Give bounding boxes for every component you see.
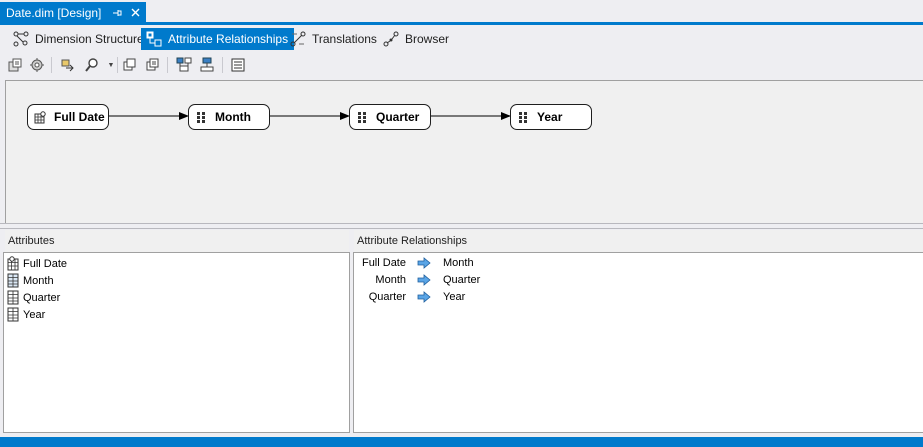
- tab-label: Translations: [312, 32, 377, 46]
- document-tab[interactable]: Date.dim [Design]: [0, 2, 146, 23]
- tab-label: Browser: [405, 32, 450, 46]
- pane-title: Attribute Relationships: [357, 235, 468, 247]
- node-label: Year: [537, 110, 563, 124]
- attributes-pane-header: Attributes: [5, 230, 349, 252]
- pin-icon[interactable]: [110, 2, 124, 23]
- attribute-item-quarter[interactable]: Quarter: [7, 289, 60, 306]
- relationships-pane-header: Attribute Relationships: [354, 230, 923, 252]
- new-relationship-icon[interactable]: [58, 55, 78, 75]
- toolbar-separator: [51, 57, 52, 73]
- relationship-connectors: [109, 112, 511, 120]
- attribute-item-full-date[interactable]: Full Date: [7, 255, 67, 272]
- designer-toolbar: ▼: [0, 52, 923, 78]
- properties-icon[interactable]: [228, 55, 248, 75]
- translations-icon: [289, 30, 307, 48]
- toolbar-separator: [117, 57, 118, 73]
- collapse-icon[interactable]: [197, 55, 217, 75]
- designer-tab-bar: Dimension Structure Attribute Relationsh…: [0, 25, 923, 52]
- diagram-node-year[interactable]: Year: [510, 104, 592, 130]
- relationship-target: Month: [443, 257, 474, 269]
- diagram-node-full-date[interactable]: Full Date: [27, 104, 109, 130]
- reconnect-icon[interactable]: [27, 55, 47, 75]
- attribute-icon: [517, 111, 530, 124]
- attribute-relationships-icon: [145, 30, 163, 48]
- relationship-arrow-icon: [417, 274, 431, 286]
- paste-icon[interactable]: [143, 55, 163, 75]
- key-attribute-icon: [34, 110, 47, 124]
- toolbar-separator: [222, 57, 223, 73]
- zoom-dropdown-icon[interactable]: ▼: [107, 56, 115, 74]
- dimension-structure-icon: [12, 30, 30, 48]
- attribute-icon: [195, 111, 208, 124]
- node-label: Quarter: [376, 110, 420, 124]
- horizontal-splitter[interactable]: [0, 223, 923, 229]
- tab-attribute-relationships[interactable]: Attribute Relationships: [141, 28, 295, 50]
- attribute-label: Month: [23, 274, 54, 287]
- relationship-arrow-icon: [417, 291, 431, 303]
- attribute-icon: [7, 307, 20, 322]
- expand-icon[interactable]: [174, 55, 194, 75]
- key-attribute-icon: [7, 256, 20, 271]
- node-label: Full Date: [54, 110, 105, 124]
- relationship-row[interactable]: Quarter Year: [354, 289, 554, 306]
- tab-label: Dimension Structure: [35, 32, 144, 46]
- copy-icon[interactable]: [120, 55, 140, 75]
- attributes-list[interactable]: Full Date Month Quarter Year: [3, 252, 350, 433]
- node-label: Month: [215, 110, 251, 124]
- diagram-node-quarter[interactable]: Quarter: [349, 104, 431, 130]
- relationship-row[interactable]: Month Quarter: [354, 272, 554, 289]
- attribute-item-year[interactable]: Year: [7, 306, 45, 323]
- relationship-source: Full Date: [361, 257, 406, 269]
- close-icon[interactable]: [128, 2, 142, 23]
- relationship-target: Quarter: [443, 274, 481, 286]
- zoom-icon[interactable]: [82, 55, 102, 75]
- tab-translations[interactable]: Translations: [285, 28, 383, 50]
- attribute-icon: [356, 111, 369, 124]
- diagram-node-month[interactable]: Month: [188, 104, 270, 130]
- pane-title: Attributes: [8, 235, 55, 247]
- document-tab-title: Date.dim [Design]: [6, 5, 102, 20]
- attribute-label: Full Date: [23, 257, 68, 270]
- process-icon[interactable]: [5, 55, 25, 75]
- attribute-item-month[interactable]: Month: [7, 272, 54, 289]
- status-bar: [0, 437, 923, 447]
- attribute-icon: [7, 290, 20, 305]
- document-tab-strip: Date.dim [Design]: [0, 0, 923, 25]
- tab-dimension-structure[interactable]: Dimension Structure: [8, 28, 150, 50]
- toolbar-separator: [167, 57, 168, 73]
- relationships-list[interactable]: Full Date Month Month Quarter Quarter Ye…: [353, 252, 923, 433]
- relationship-source: Quarter: [368, 291, 406, 303]
- attribute-icon: [7, 273, 20, 288]
- relationship-diagram[interactable]: Full Date Month Quarter Year: [5, 80, 923, 223]
- relationship-target: Year: [443, 291, 466, 303]
- relationship-row[interactable]: Full Date Month: [354, 255, 554, 272]
- tab-browser[interactable]: Browser: [378, 28, 455, 50]
- attribute-label: Quarter: [23, 291, 61, 304]
- relationship-source: Month: [375, 274, 406, 286]
- tab-label: Attribute Relationships: [168, 32, 289, 46]
- browser-icon: [382, 30, 400, 48]
- attribute-label: Year: [23, 308, 46, 321]
- relationship-arrow-icon: [417, 257, 431, 269]
